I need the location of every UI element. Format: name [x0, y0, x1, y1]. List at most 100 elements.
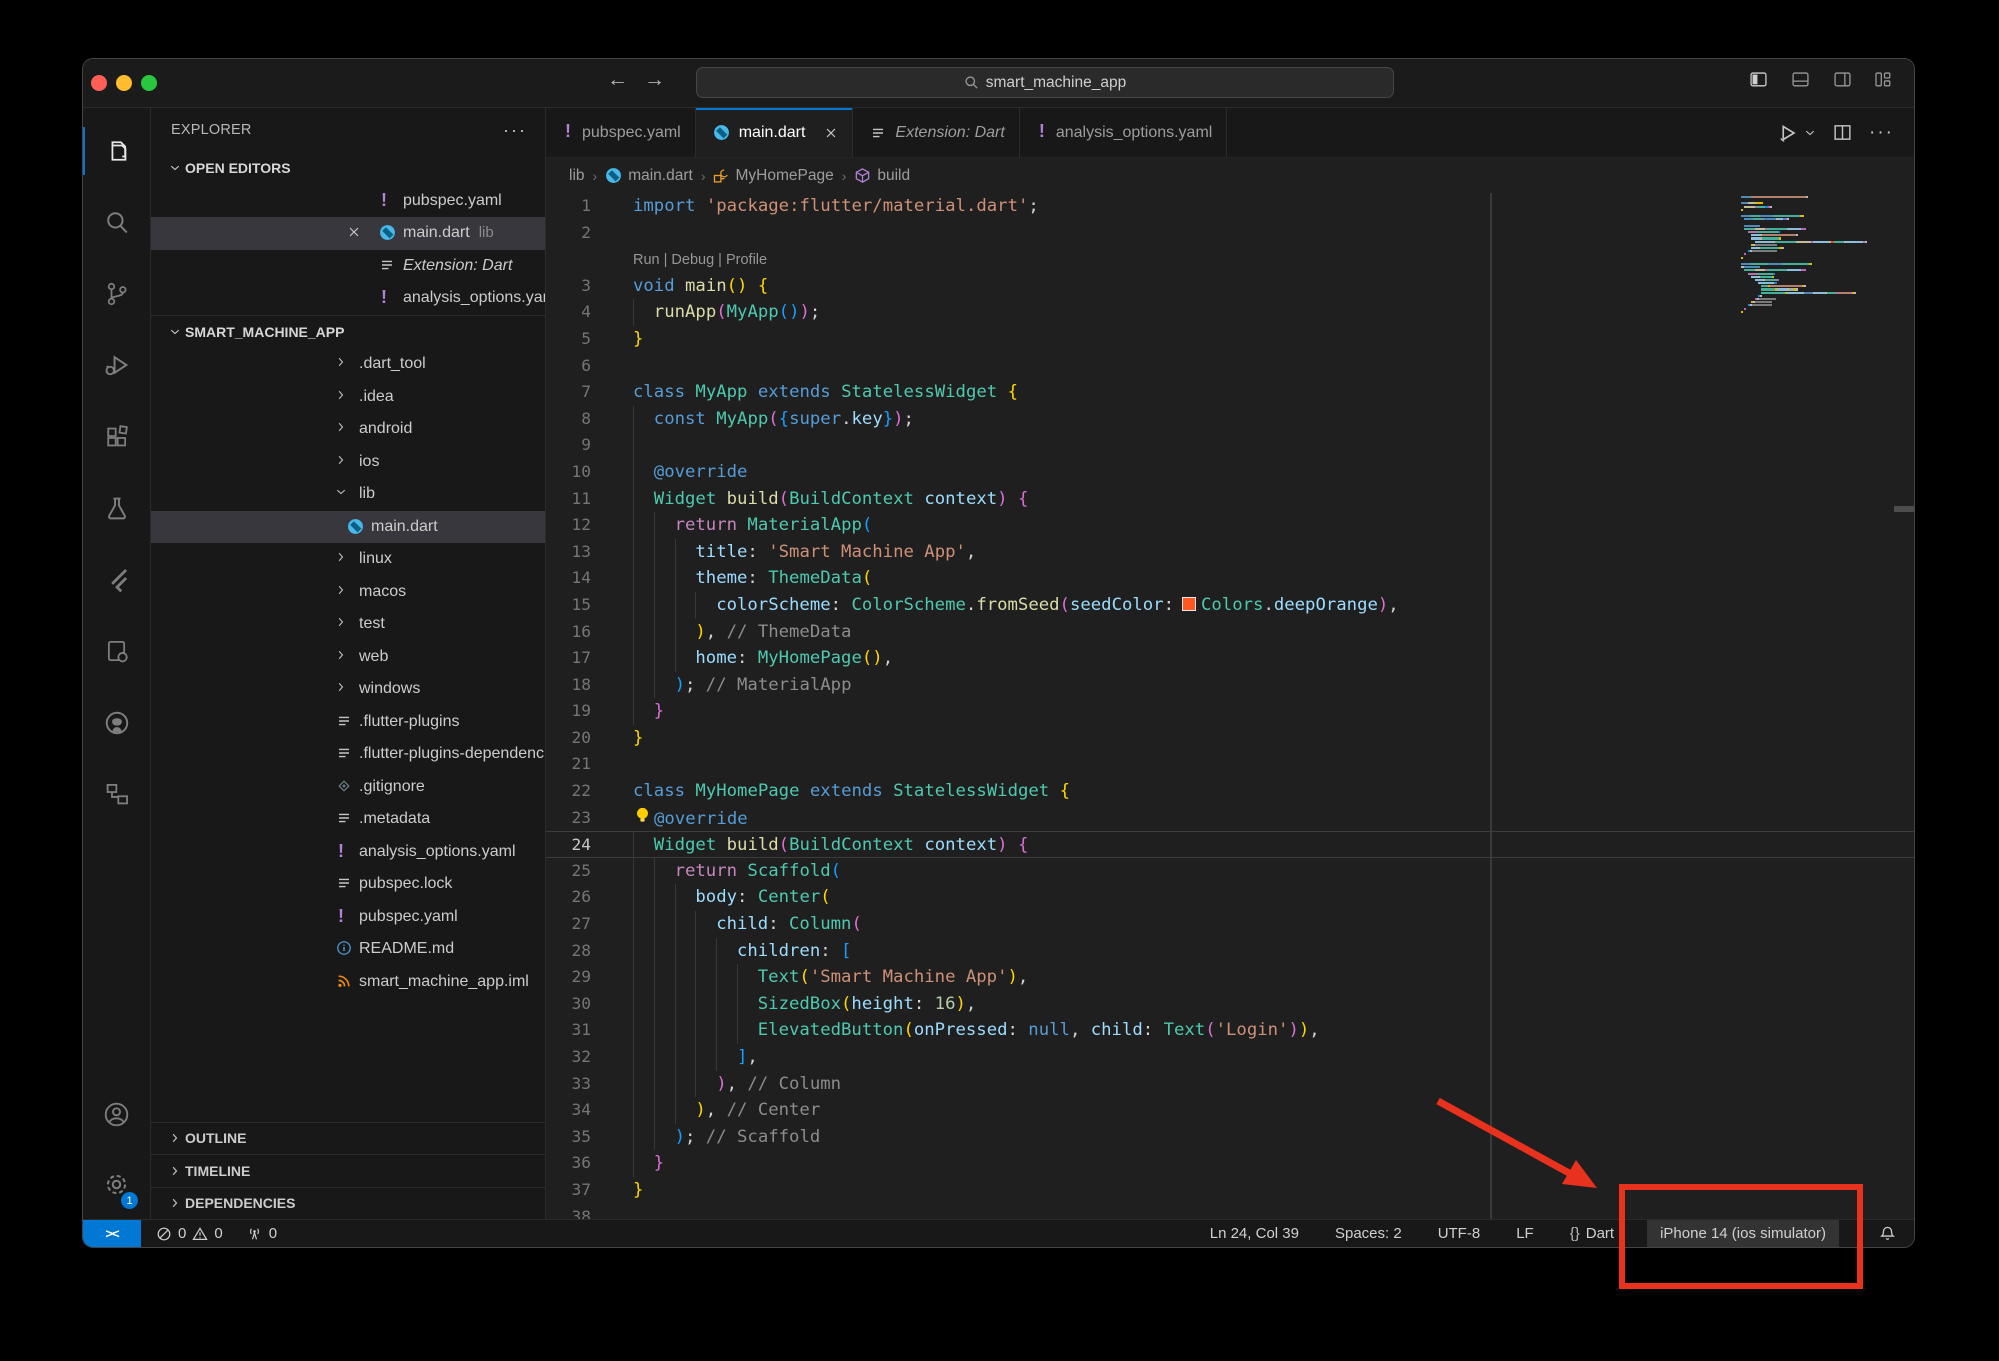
explorer-more-actions-icon[interactable]: ···	[503, 120, 527, 141]
tree-item--flutter-plugins[interactable]: .flutter-plugins	[151, 706, 545, 739]
sidebar-section-timeline[interactable]: TIMELINE	[151, 1154, 545, 1187]
open-editor-item[interactable]: main.dartlib	[151, 217, 545, 250]
code-line-7[interactable]: 7class MyApp extends StatelessWidget {	[546, 379, 1914, 406]
breadcrumb-item-lib[interactable]: lib	[569, 167, 585, 185]
code-line-23[interactable]: 23@override	[546, 805, 1914, 832]
code-line-14[interactable]: 14theme: ThemeData(	[546, 565, 1914, 592]
settings-icon[interactable]: 1	[83, 1149, 150, 1219]
breadcrumb-item-myhomepage[interactable]: MyHomePage	[713, 167, 833, 185]
minimize-window-button[interactable]	[116, 75, 132, 91]
tree-item-windows[interactable]: windows	[151, 673, 545, 706]
tree-item-pubspec-yaml[interactable]: !pubspec.yaml	[151, 901, 545, 934]
extensions-icon[interactable]	[83, 401, 150, 473]
cursor-position-status[interactable]: Ln 24, Col 39	[1207, 1225, 1302, 1242]
code-line-29[interactable]: 29Text('Smart Machine App'),	[546, 964, 1914, 991]
panel-bottom-icon[interactable]	[1790, 72, 1811, 89]
tab-analysis-options-yaml[interactable]: !analysis_options.yaml	[1020, 108, 1228, 157]
tab-main-dart[interactable]: main.dart	[696, 108, 854, 157]
run-or-debug-icon[interactable]	[1777, 123, 1797, 143]
close-window-button[interactable]	[91, 75, 107, 91]
problems-status[interactable]: 0 0	[153, 1225, 226, 1242]
command-center-search[interactable]: smart_machine_app	[696, 67, 1394, 98]
code-line-26[interactable]: 26body: Center(	[546, 884, 1914, 911]
run-debug-icon[interactable]	[83, 330, 150, 402]
code-line-31[interactable]: 31ElevatedButton(onPressed: null, child:…	[546, 1017, 1914, 1044]
code-line-10[interactable]: 10@override	[546, 459, 1914, 486]
tree-item-pubspec-lock[interactable]: pubspec.lock	[151, 868, 545, 901]
editor-layout-icon[interactable]	[1874, 72, 1892, 89]
notifications-bell-icon[interactable]	[1869, 1225, 1906, 1242]
breadcrumb-item-build[interactable]: build	[854, 167, 910, 185]
close-icon[interactable]	[824, 126, 838, 140]
tree-item--flutter-plugins-dependencies[interactable]: .flutter-plugins-dependencies	[151, 738, 545, 771]
code-line-3[interactable]: 3void main() {	[546, 273, 1914, 300]
code-line-6[interactable]: 6	[546, 353, 1914, 380]
code-line-19[interactable]: 19}	[546, 698, 1914, 725]
tab-extension-dart[interactable]: Extension: Dart	[853, 108, 1019, 157]
code-line-27[interactable]: 27child: Column(	[546, 911, 1914, 938]
code-line-24[interactable]: 24Widget build(BuildContext context) {	[546, 831, 1914, 858]
tree-item-lib[interactable]: lib	[151, 478, 545, 511]
code-line-25[interactable]: 25return Scaffold(	[546, 858, 1914, 885]
code-line-15[interactable]: 15colorScheme: ColorScheme.fromSeed(seed…	[546, 592, 1914, 619]
tree-item--idea[interactable]: .idea	[151, 381, 545, 414]
chevron-down-icon[interactable]	[1804, 127, 1816, 139]
open-editor-item[interactable]: Extension: Dart	[151, 250, 545, 283]
minimap[interactable]	[1741, 196, 1867, 317]
code-line-18[interactable]: 18); // MaterialApp	[546, 672, 1914, 699]
zoom-window-button[interactable]	[141, 75, 157, 91]
code-line-28[interactable]: 28children: [	[546, 938, 1914, 965]
code-line-21[interactable]: 21	[546, 751, 1914, 778]
tree-item--gitignore[interactable]: .gitignore	[151, 771, 545, 804]
scrollbar-thumb[interactable]	[1894, 506, 1914, 512]
tree-item-ios[interactable]: ios	[151, 446, 545, 479]
lightbulb-icon[interactable]	[633, 805, 654, 824]
code-editor[interactable]: 1import 'package:flutter/material.dart';…	[546, 193, 1914, 1219]
code-line-36[interactable]: 36}	[546, 1150, 1914, 1177]
testing-icon[interactable]	[83, 473, 150, 545]
back-icon[interactable]: ←	[607, 68, 628, 92]
device-selector-status[interactable]: iPhone 14 (ios simulator)	[1647, 1220, 1839, 1247]
code-line-30[interactable]: 30SizedBox(height: 16),	[546, 991, 1914, 1018]
eol-status[interactable]: LF	[1513, 1225, 1537, 1242]
editor-more-actions-icon[interactable]: ···	[1869, 122, 1894, 144]
tree-item-macos[interactable]: macos	[151, 576, 545, 609]
tree-item-analysis-options-yaml[interactable]: !analysis_options.yaml	[151, 836, 545, 869]
code-line-4[interactable]: 4runApp(MyApp());	[546, 299, 1914, 326]
codelens[interactable]: Run | Debug | Profile	[546, 246, 1914, 273]
code-line-32[interactable]: 32],	[546, 1044, 1914, 1071]
language-mode-status[interactable]: {} Dart	[1567, 1225, 1617, 1242]
open-editor-item[interactable]: !analysis_options.yaml	[151, 282, 545, 315]
tree-item--metadata[interactable]: .metadata	[151, 803, 545, 836]
split-editor-icon[interactable]	[1833, 123, 1852, 142]
code-line-8[interactable]: 8const MyApp({super.key});	[546, 406, 1914, 433]
account-icon[interactable]	[83, 1079, 150, 1149]
search-icon[interactable]	[83, 187, 150, 259]
color-swatch-deep-orange[interactable]	[1182, 597, 1196, 611]
open-editors-section-header[interactable]: OPEN EDITORS	[151, 152, 545, 185]
explorer-icon[interactable]	[83, 115, 150, 187]
project-manager-icon[interactable]	[83, 759, 150, 831]
tree-item-android[interactable]: android	[151, 413, 545, 446]
close-icon[interactable]	[347, 225, 361, 239]
code-line-11[interactable]: 11Widget build(BuildContext context) {	[546, 486, 1914, 513]
indentation-status[interactable]: Spaces: 2	[1332, 1225, 1405, 1242]
project-section-header[interactable]: SMART_MACHINE_APP	[151, 316, 545, 349]
code-line-34[interactable]: 34), // Center	[546, 1097, 1914, 1124]
code-line-12[interactable]: 12return MaterialApp(	[546, 512, 1914, 539]
ports-status[interactable]: 0	[243, 1225, 280, 1242]
code-line-5[interactable]: 5}	[546, 326, 1914, 353]
panel-right-icon[interactable]	[1832, 72, 1853, 89]
open-editor-item[interactable]: !pubspec.yaml	[151, 185, 545, 218]
code-line-22[interactable]: 22class MyHomePage extends StatelessWidg…	[546, 778, 1914, 805]
breadcrumb-item-main.dart[interactable]: main.dart	[605, 167, 693, 185]
code-line-33[interactable]: 33), // Column	[546, 1071, 1914, 1098]
tree-item-smart-machine-app-iml[interactable]: smart_machine_app.iml	[151, 966, 545, 999]
source-control-icon[interactable]	[83, 258, 150, 330]
github-icon[interactable]	[83, 687, 150, 759]
flutter-icon[interactable]	[83, 544, 150, 616]
code-line-17[interactable]: 17home: MyHomePage(),	[546, 645, 1914, 672]
code-line-16[interactable]: 16), // ThemeData	[546, 619, 1914, 646]
code-line-20[interactable]: 20}	[546, 725, 1914, 752]
code-line-9[interactable]: 9	[546, 432, 1914, 459]
